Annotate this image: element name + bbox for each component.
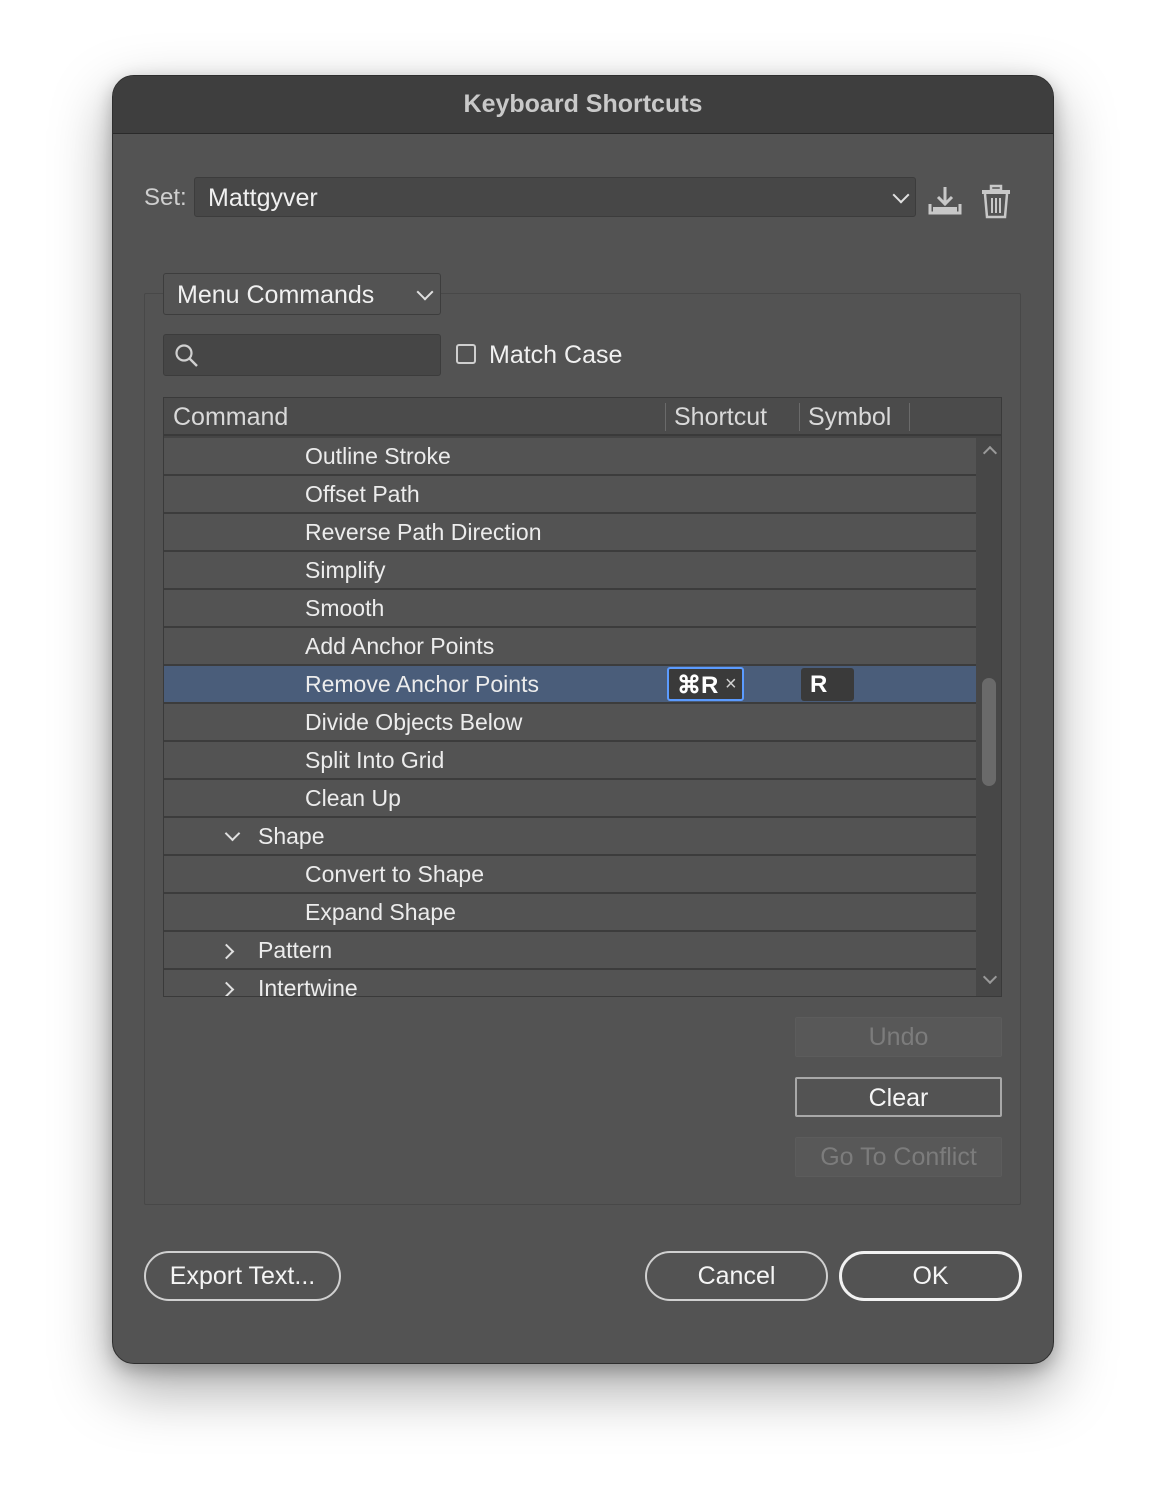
command-label: Divide Objects Below [305, 709, 523, 735]
table-row[interactable]: Expand Shape [164, 894, 976, 932]
table-row[interactable]: Outline Stroke [164, 438, 976, 476]
command-label: Reverse Path Direction [305, 519, 542, 545]
commands-table: Command Shortcut Symbol Outline Stroke O… [163, 397, 1002, 997]
dialog-title: Keyboard Shortcuts [113, 76, 1053, 134]
table-row[interactable]: Divide Objects Below [164, 704, 976, 742]
scrollbar-thumb[interactable] [982, 678, 996, 786]
command-label: Add Anchor Points [305, 633, 495, 659]
remove-shortcut-icon[interactable]: × [725, 673, 737, 696]
column-divider[interactable] [665, 403, 666, 431]
trash-icon[interactable] [980, 184, 1012, 220]
shortcut-field[interactable]: ⌘R × [667, 667, 744, 701]
table-row[interactable]: Clean Up [164, 780, 976, 818]
column-header-shortcut[interactable]: Shortcut [674, 403, 767, 432]
symbol-value: R [810, 671, 828, 698]
shortcut-value: ⌘R [677, 672, 719, 699]
vertical-scrollbar[interactable] [976, 438, 1001, 996]
set-label: Set: [144, 184, 187, 211]
cancel-button[interactable]: Cancel [645, 1251, 828, 1301]
table-row[interactable]: Convert to Shape [164, 856, 976, 894]
table-row[interactable]: Offset Path [164, 476, 976, 514]
command-label: Outline Stroke [305, 443, 451, 469]
table-row-group[interactable]: Shape [164, 818, 976, 856]
group-label: Pattern [258, 937, 333, 963]
keyboard-shortcuts-dialog: Keyboard Shortcuts Set: Mattgyver Menu C… [112, 75, 1054, 1364]
command-label: Split Into Grid [305, 747, 445, 773]
table-row[interactable]: Add Anchor Points [164, 628, 976, 666]
search-input[interactable] [163, 334, 441, 376]
chevron-down-icon[interactable] [224, 825, 241, 842]
export-text-button[interactable]: Export Text... [144, 1251, 341, 1301]
command-label: Convert to Shape [305, 861, 485, 887]
set-dropdown-value: Mattgyver [208, 184, 318, 212]
scroll-up-icon[interactable] [982, 445, 998, 461]
command-label: Smooth [305, 595, 385, 621]
chevron-down-icon [892, 186, 910, 204]
category-dropdown-value: Menu Commands [177, 281, 375, 309]
clear-button[interactable]: Clear [795, 1077, 1002, 1117]
table-body: Outline Stroke Offset Path Reverse Path … [164, 438, 976, 997]
command-label: Simplify [305, 557, 386, 583]
chevron-right-icon[interactable] [218, 943, 235, 960]
ok-button[interactable]: OK [839, 1251, 1022, 1301]
table-row-group[interactable]: Intertwine [164, 970, 976, 997]
set-dropdown[interactable]: Mattgyver [194, 177, 916, 217]
command-label: Remove Anchor Points [305, 671, 539, 697]
undo-button[interactable]: Undo [795, 1017, 1002, 1057]
download-icon[interactable] [927, 184, 963, 218]
table-row[interactable]: Smooth [164, 590, 976, 628]
search-icon [175, 344, 198, 367]
command-label: Offset Path [305, 481, 420, 507]
table-row-selected[interactable]: Remove Anchor Points ⌘R × R [164, 666, 976, 704]
chevron-right-icon[interactable] [218, 981, 235, 996]
column-header-symbol[interactable]: Symbol [808, 403, 891, 432]
group-label: Intertwine [258, 975, 358, 997]
table-row-group[interactable]: Pattern [164, 932, 976, 970]
symbol-field[interactable]: R [801, 668, 854, 701]
command-label: Expand Shape [305, 899, 456, 925]
column-divider[interactable] [909, 403, 910, 431]
table-header: Command Shortcut Symbol [164, 398, 1001, 436]
command-label: Clean Up [305, 785, 401, 811]
scroll-down-icon[interactable] [982, 969, 998, 985]
column-divider[interactable] [799, 403, 800, 431]
table-row[interactable]: Simplify [164, 552, 976, 590]
chevron-down-icon [416, 283, 434, 301]
table-row[interactable]: Reverse Path Direction [164, 514, 976, 552]
match-case-label: Match Case [489, 341, 623, 369]
group-label: Shape [258, 823, 325, 849]
match-case-checkbox[interactable] [456, 344, 476, 364]
table-row[interactable]: Split Into Grid [164, 742, 976, 780]
go-to-conflict-button[interactable]: Go To Conflict [795, 1137, 1002, 1177]
column-header-command[interactable]: Command [173, 403, 288, 432]
category-dropdown[interactable]: Menu Commands [163, 273, 441, 315]
